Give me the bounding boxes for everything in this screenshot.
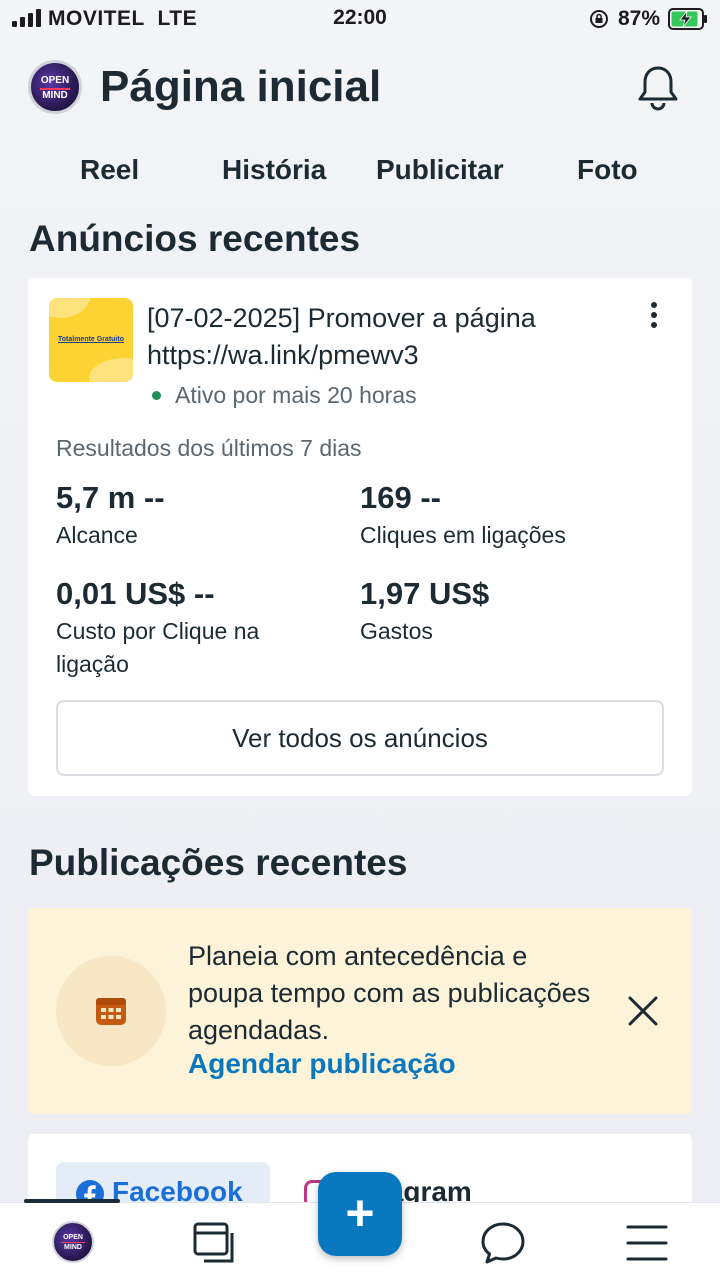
tip-text: Planeia com antecedência e poupa tempo c…: [188, 941, 591, 1045]
reach-value: 5,7 m --: [56, 480, 165, 515]
chat-bubble-icon[interactable]: [480, 1221, 526, 1265]
nav-avatar-text-bottom: MIND: [64, 1244, 82, 1251]
results-label: Resultados dos últimos 7 dias: [56, 435, 362, 461]
see-all-ads-button[interactable]: Ver todos os anúncios: [56, 700, 664, 776]
photo-action[interactable]: Foto: [577, 154, 638, 186]
battery-percent: 87%: [618, 7, 661, 30]
calendar-icon: [96, 998, 126, 1025]
nav-avatar-text-top: OPEN: [63, 1234, 83, 1241]
more-vertical-icon[interactable]: [642, 302, 666, 332]
page-title: Página inicial: [100, 62, 382, 111]
spent-label: Gastos: [360, 618, 433, 644]
bell-icon[interactable]: [636, 64, 680, 112]
create-button[interactable]: +: [318, 1172, 402, 1256]
ad-thumbnail-text: Totalmente Gratuito: [58, 336, 124, 343]
call-clicks-value: 169 --: [360, 480, 441, 515]
nav-home-avatar[interactable]: OPEN MIND: [52, 1221, 94, 1263]
pages-icon[interactable]: [192, 1221, 238, 1265]
spent-value: 1,97 US$: [360, 576, 490, 611]
active-tab-indicator: [24, 1199, 120, 1203]
call-clicks-label: Cliques em ligações: [360, 522, 566, 548]
plus-icon: +: [345, 1185, 375, 1241]
tip-icon-background: [56, 956, 166, 1066]
lock-rotation-icon: [590, 10, 608, 28]
ad-title[interactable]: [07-02-2025] Promover a página https://w…: [147, 300, 617, 374]
ad-status: Ativo por mais 20 horas: [175, 382, 417, 408]
cost-per-click-label: Custo por Clique na ligação: [56, 618, 260, 677]
reel-action[interactable]: Reel: [80, 154, 139, 186]
status-bar: MOVITEL LTE 22:00 87%: [0, 0, 720, 40]
clock: 22:00: [333, 6, 387, 29]
recent-posts-title: Publicações recentes: [29, 842, 408, 883]
story-action[interactable]: História: [222, 154, 326, 186]
avatar-text-bottom: MIND: [42, 90, 68, 101]
page-avatar[interactable]: OPEN MIND: [28, 60, 82, 114]
recent-ads-title: Anúncios recentes: [29, 218, 361, 259]
reach-label: Alcance: [56, 522, 138, 548]
schedule-tip-card: Planeia com antecedência e poupa tempo c…: [28, 908, 692, 1114]
cost-per-click-value: 0,01 US$ --: [56, 576, 215, 611]
schedule-post-link[interactable]: Agendar publicação: [188, 1048, 456, 1080]
ad-thumbnail[interactable]: Totalmente Gratuito: [49, 298, 133, 382]
close-icon[interactable]: [626, 994, 660, 1028]
menu-icon[interactable]: [624, 1221, 670, 1265]
advertise-action[interactable]: Publicitar: [376, 154, 504, 186]
active-status-dot: [152, 391, 161, 400]
battery-charging-icon: [668, 8, 707, 30]
ad-card: Totalmente Gratuito [07-02-2025] Promove…: [28, 278, 692, 796]
avatar-text-top: OPEN: [40, 75, 70, 86]
